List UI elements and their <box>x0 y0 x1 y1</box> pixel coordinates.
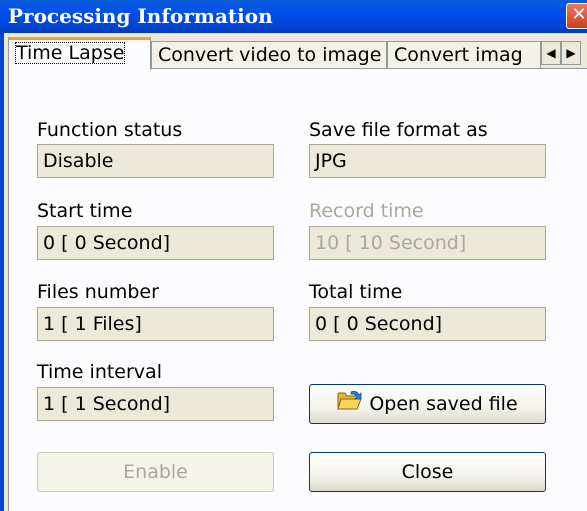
close-label: Close <box>401 461 454 483</box>
start-time-label: Start time <box>37 200 133 222</box>
enable-label: Enable <box>123 461 188 483</box>
start-time-field: 0 [ 0 Second] <box>37 226 274 260</box>
total-time-field: 0 [ 0 Second] <box>309 307 546 341</box>
record-time-label: Record time <box>309 200 424 222</box>
close-button[interactable]: Close <box>309 452 546 492</box>
time-lapse-panel: Function status Disable Save file format… <box>8 68 587 511</box>
tab-scroll-right-button[interactable]: ▶ <box>561 41 581 65</box>
save-format-field: JPG <box>309 144 546 178</box>
tab-scroll-arrows: ◀ ▶ <box>541 41 581 65</box>
tab-time-lapse[interactable]: Time Lapse <box>8 37 151 70</box>
total-time-label: Total time <box>309 281 403 303</box>
files-number-label: Files number <box>37 281 159 303</box>
arrow-right-icon: ▶ <box>566 46 576 60</box>
tab-convert-image[interactable]: Convert imag <box>387 41 541 69</box>
window-title: Processing Information <box>8 4 273 28</box>
time-interval-label: Time interval <box>37 361 162 383</box>
tab-convert-video-to-image[interactable]: Convert video to image <box>151 41 387 69</box>
time-interval-field: 1 [ 1 Second] <box>37 387 274 421</box>
open-saved-file-button[interactable]: Open saved file <box>309 384 546 424</box>
tab-label: Convert video to image <box>158 44 382 66</box>
window-frame-left <box>0 33 4 511</box>
folder-open-icon <box>337 386 363 424</box>
function-status-label: Function status <box>37 119 183 141</box>
enable-button[interactable]: Enable <box>37 452 274 492</box>
save-format-label: Save file format as <box>309 119 488 141</box>
record-time-field: 10 [ 10 Second] <box>309 226 546 260</box>
files-number-field: 1 [ 1 Files] <box>37 307 274 341</box>
function-status-field: Disable <box>37 144 274 178</box>
close-icon: ✕ <box>571 4 587 25</box>
tab-scroll-left-button[interactable]: ◀ <box>541 41 561 65</box>
arrow-left-icon: ◀ <box>546 46 556 60</box>
title-bar[interactable]: Processing Information ✕ <box>0 0 587 33</box>
tab-label: Time Lapse <box>15 42 126 64</box>
window-close-button[interactable]: ✕ <box>566 3 587 29</box>
tab-strip: Time Lapse Convert video to image Conver… <box>8 35 587 70</box>
tab-label: Convert imag <box>394 44 523 66</box>
open-saved-file-label: Open saved file <box>369 393 518 415</box>
